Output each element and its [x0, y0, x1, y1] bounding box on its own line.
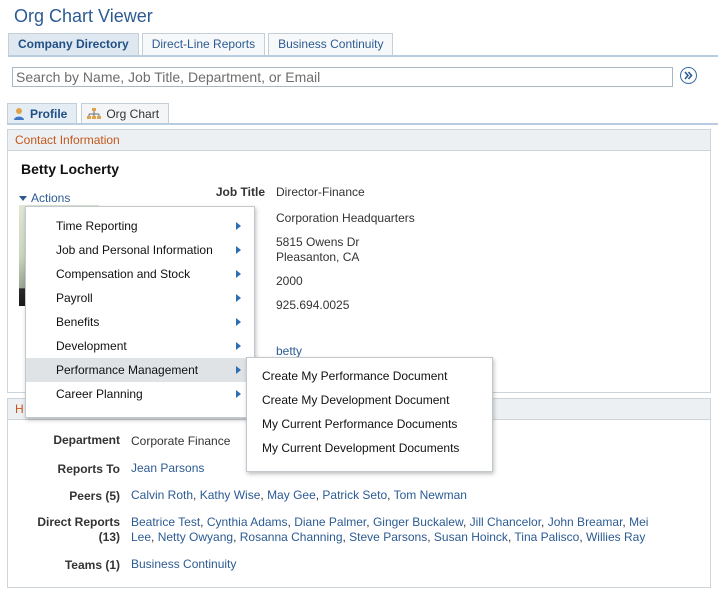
- menu-item-label: Compensation and Stock: [56, 267, 191, 281]
- menu-item-label: Career Planning: [56, 387, 143, 401]
- peer-link[interactable]: Kathy Wise: [200, 488, 261, 502]
- chevron-right-icon: [236, 390, 241, 398]
- location-value: Corporation Headquarters: [276, 211, 415, 225]
- performance-submenu: Create My Performance Document Create My…: [246, 357, 493, 472]
- menu-item-label: Time Reporting: [56, 219, 138, 233]
- address-line1: 5815 Owens Dr: [276, 235, 360, 249]
- teams-label: Teams (1): [64, 558, 120, 572]
- peer-link[interactable]: Patrick Seto: [322, 488, 387, 502]
- direct-report-link[interactable]: Susan Hoinck: [434, 530, 508, 544]
- menu-item-performance-management[interactable]: Performance Management: [26, 358, 254, 382]
- menu-item-payroll[interactable]: Payroll: [26, 286, 254, 310]
- tabs-divider: [8, 55, 718, 57]
- submenu-current-performance-documents[interactable]: My Current Performance Documents: [247, 412, 492, 436]
- tab-direct-line-reports[interactable]: Direct-Line Reports: [141, 33, 266, 55]
- org-chart-icon: [87, 107, 102, 119]
- direct-reports-line1: Beatrice Test, Cynthia Adams, Diane Palm…: [131, 515, 649, 529]
- person-icon: [14, 107, 24, 120]
- direct-report-link[interactable]: Mei: [629, 515, 648, 529]
- tab-org-chart-label: Org Chart: [106, 106, 160, 121]
- direct-reports-count: (13): [98, 530, 120, 544]
- menu-item-job-personal-info[interactable]: Job and Personal Information: [26, 238, 254, 262]
- email-link[interactable]: betty: [276, 344, 302, 358]
- direct-report-link[interactable]: Steve Parsons: [349, 530, 427, 544]
- chevron-right-icon: [236, 318, 241, 326]
- direct-report-link[interactable]: Lee: [131, 530, 151, 544]
- direct-reports-label: Direct Reports: [37, 515, 120, 529]
- direct-report-link[interactable]: Rosanna Channing: [240, 530, 343, 544]
- chevron-right-circle-icon: [684, 71, 693, 80]
- peers-list: Calvin Roth, Kathy Wise, May Gee, Patric…: [131, 488, 467, 502]
- peers-label: Peers (5): [69, 489, 120, 503]
- menu-item-benefits[interactable]: Benefits: [26, 310, 254, 334]
- chevron-right-icon: [236, 342, 241, 350]
- menu-item-label: Performance Management: [56, 363, 199, 377]
- menu-item-career-planning[interactable]: Career Planning: [26, 382, 254, 406]
- menu-item-label: Benefits: [56, 315, 100, 329]
- teams-link[interactable]: Business Continuity: [131, 557, 236, 571]
- department-value: Corporate Finance: [131, 434, 231, 448]
- chevron-right-icon: [236, 366, 241, 374]
- profile-subtabs: Profile Org Chart: [7, 103, 170, 123]
- direct-report-link[interactable]: Diane Palmer: [294, 515, 366, 529]
- actions-link[interactable]: Actions: [19, 191, 70, 205]
- reports-to-link[interactable]: Jean Parsons: [131, 461, 204, 475]
- subtabs-divider: [7, 123, 718, 125]
- direct-report-link[interactable]: Jill Chancelor: [470, 515, 541, 529]
- direct-reports-line2: Lee, Netty Owyang, Rosanna Channing, Ste…: [131, 530, 646, 544]
- tab-org-chart[interactable]: Org Chart: [81, 103, 170, 123]
- triangle-down-icon: [19, 196, 27, 201]
- direct-report-link[interactable]: Tina Palisco: [514, 530, 579, 544]
- submenu-current-development-documents[interactable]: My Current Development Documents: [247, 436, 492, 460]
- menu-item-development[interactable]: Development: [26, 334, 254, 358]
- top-tabs: Company Directory Direct-Line Reports Bu…: [8, 33, 394, 55]
- job-title-label: Job Title: [215, 185, 265, 199]
- menu-item-time-reporting[interactable]: Time Reporting: [26, 214, 254, 238]
- search-go-button[interactable]: [680, 67, 697, 84]
- chevron-right-icon: [236, 246, 241, 254]
- menu-item-label: Payroll: [56, 291, 93, 305]
- peer-link[interactable]: May Gee: [267, 488, 316, 502]
- direct-report-link[interactable]: John Breamar: [548, 515, 623, 529]
- actions-menu: Time Reporting Job and Personal Informat…: [25, 206, 255, 418]
- reports-to-label: Reports To: [57, 462, 120, 476]
- department-label: Department: [53, 433, 120, 447]
- tab-profile-label: Profile: [30, 106, 68, 121]
- contact-information-header: Contact Information: [8, 130, 710, 151]
- direct-report-link[interactable]: Cynthia Adams: [207, 515, 288, 529]
- menu-item-compensation-stock[interactable]: Compensation and Stock: [26, 262, 254, 286]
- menu-item-label: Development: [56, 339, 127, 353]
- direct-report-link[interactable]: Ginger Buckalew: [373, 515, 463, 529]
- direct-report-link[interactable]: Beatrice Test: [131, 515, 200, 529]
- chevron-right-icon: [236, 270, 241, 278]
- chevron-right-icon: [236, 294, 241, 302]
- tab-company-directory[interactable]: Company Directory: [8, 33, 139, 55]
- chevron-right-icon: [236, 222, 241, 230]
- search-input[interactable]: [12, 67, 673, 87]
- submenu-create-performance-document[interactable]: Create My Performance Document: [247, 364, 492, 388]
- direct-report-link[interactable]: Willies Ray: [586, 530, 645, 544]
- person-name: Betty Locherty: [21, 161, 120, 177]
- menu-item-label: Job and Personal Information: [56, 243, 213, 257]
- submenu-create-development-document[interactable]: Create My Development Document: [247, 388, 492, 412]
- direct-report-link[interactable]: Netty Owyang: [158, 530, 233, 544]
- tab-profile[interactable]: Profile: [7, 103, 78, 123]
- peer-link[interactable]: Calvin Roth: [131, 488, 193, 502]
- extension-value: 2000: [276, 274, 303, 288]
- phone-value: 925.694.0025: [276, 298, 350, 312]
- app-title: Org Chart Viewer: [14, 6, 153, 26]
- address-line2: Pleasanton, CA: [276, 250, 360, 264]
- job-title-value: Director-Finance: [276, 185, 365, 199]
- tab-business-continuity[interactable]: Business Continuity: [268, 33, 394, 55]
- peer-link[interactable]: Tom Newman: [394, 488, 467, 502]
- actions-label: Actions: [31, 191, 71, 205]
